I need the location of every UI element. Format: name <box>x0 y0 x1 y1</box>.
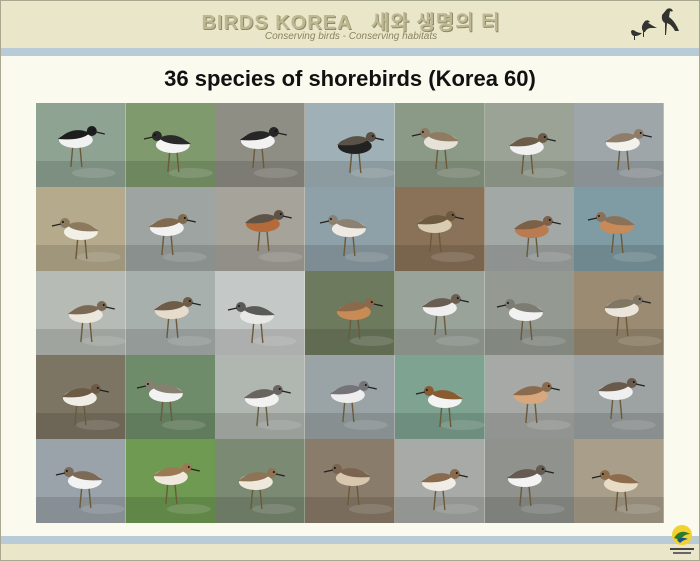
shorebird-photo <box>125 103 216 187</box>
shorebird-photo <box>215 187 306 271</box>
shorebird-photo-icon <box>394 355 485 439</box>
shorebird-photo-icon <box>574 103 664 187</box>
shorebird-photo <box>394 187 485 271</box>
shorebird-photo-icon <box>574 187 664 271</box>
shorebird-photo-icon <box>305 103 395 187</box>
shorebird-photo-icon <box>215 355 306 439</box>
shorebird-photo <box>484 271 575 355</box>
shorebird-photo-icon <box>36 187 126 271</box>
shorebird-photo <box>305 103 395 187</box>
shorebird-photo-icon <box>574 271 664 355</box>
shorebird-photo-icon <box>305 439 395 523</box>
shorebird-photo <box>574 187 664 271</box>
shorebird-photo-icon <box>215 187 306 271</box>
shorebird-photo <box>305 439 395 523</box>
shorebird-photo <box>305 271 395 355</box>
shorebird-photo-icon <box>125 103 216 187</box>
egret-logo-icon <box>631 8 679 40</box>
shorebird-photo-icon <box>36 271 126 355</box>
footer-band <box>1 544 699 560</box>
shorebird-photo <box>215 271 306 355</box>
shorebird-photo-icon <box>215 439 306 523</box>
header-banner: BIRDS KOREA 새와 생명의 터 Conserving birds - … <box>1 1 699 48</box>
shorebird-photo-icon <box>305 271 395 355</box>
shorebird-photo-icon <box>305 187 395 271</box>
shorebird-photo <box>394 103 485 187</box>
shorebird-photo-icon <box>305 355 395 439</box>
shorebird-photo <box>36 355 126 439</box>
shorebird-photo <box>394 439 485 523</box>
shorebird-photo <box>574 439 664 523</box>
shorebird-photo <box>574 271 664 355</box>
slide-title: 36 species of shorebirds (Korea 60) <box>164 66 536 91</box>
shorebird-photo <box>215 439 306 523</box>
shorebird-photo <box>305 187 395 271</box>
header-divider <box>1 48 699 56</box>
shorebird-photo-icon <box>484 439 575 523</box>
shorebird-photo <box>36 187 126 271</box>
shorebird-photo-grid <box>36 103 664 523</box>
shorebird-photo <box>125 271 216 355</box>
shorebird-photo <box>394 355 485 439</box>
shorebird-photo <box>36 103 126 187</box>
shorebird-photo-icon <box>394 187 485 271</box>
shorebird-photo <box>484 355 575 439</box>
shorebird-photo-icon <box>36 355 126 439</box>
shorebird-photo-icon <box>36 439 126 523</box>
shorebird-photo <box>36 271 126 355</box>
shorebird-photo-icon <box>574 355 664 439</box>
shorebird-photo <box>125 187 216 271</box>
shorebird-photo-icon <box>125 439 216 523</box>
shorebird-photo <box>574 103 664 187</box>
shorebird-photo-icon <box>484 355 575 439</box>
shorebird-photo-icon <box>394 439 485 523</box>
shorebird-photo-icon <box>574 439 664 523</box>
shorebird-photo <box>215 103 306 187</box>
shorebird-photo-icon <box>484 271 575 355</box>
shorebird-photo-icon <box>125 271 216 355</box>
shorebird-photo <box>125 355 216 439</box>
shorebird-photo-icon <box>125 355 216 439</box>
shorebird-photo <box>215 355 306 439</box>
shorebird-photo <box>574 355 664 439</box>
shorebird-photo <box>305 355 395 439</box>
tagline: Conserving birds - Conserving habitats <box>264 31 438 42</box>
birds-korea-logo-icon <box>670 525 694 554</box>
shorebird-photo-icon <box>125 187 216 271</box>
shorebird-photo-icon <box>394 271 485 355</box>
shorebird-photo <box>125 439 216 523</box>
footer-divider <box>1 536 699 544</box>
shorebird-photo <box>484 103 575 187</box>
shorebird-photo <box>36 439 126 523</box>
shorebird-photo-icon <box>215 103 306 187</box>
shorebird-photo-icon <box>394 103 485 187</box>
shorebird-photo-icon <box>484 187 575 271</box>
shorebird-photo-icon <box>215 271 306 355</box>
shorebird-photo <box>484 439 575 523</box>
shorebird-photo-icon <box>36 103 126 187</box>
shorebird-photo-icon <box>484 103 575 187</box>
shorebird-photo <box>394 271 485 355</box>
shorebird-photo <box>484 187 575 271</box>
